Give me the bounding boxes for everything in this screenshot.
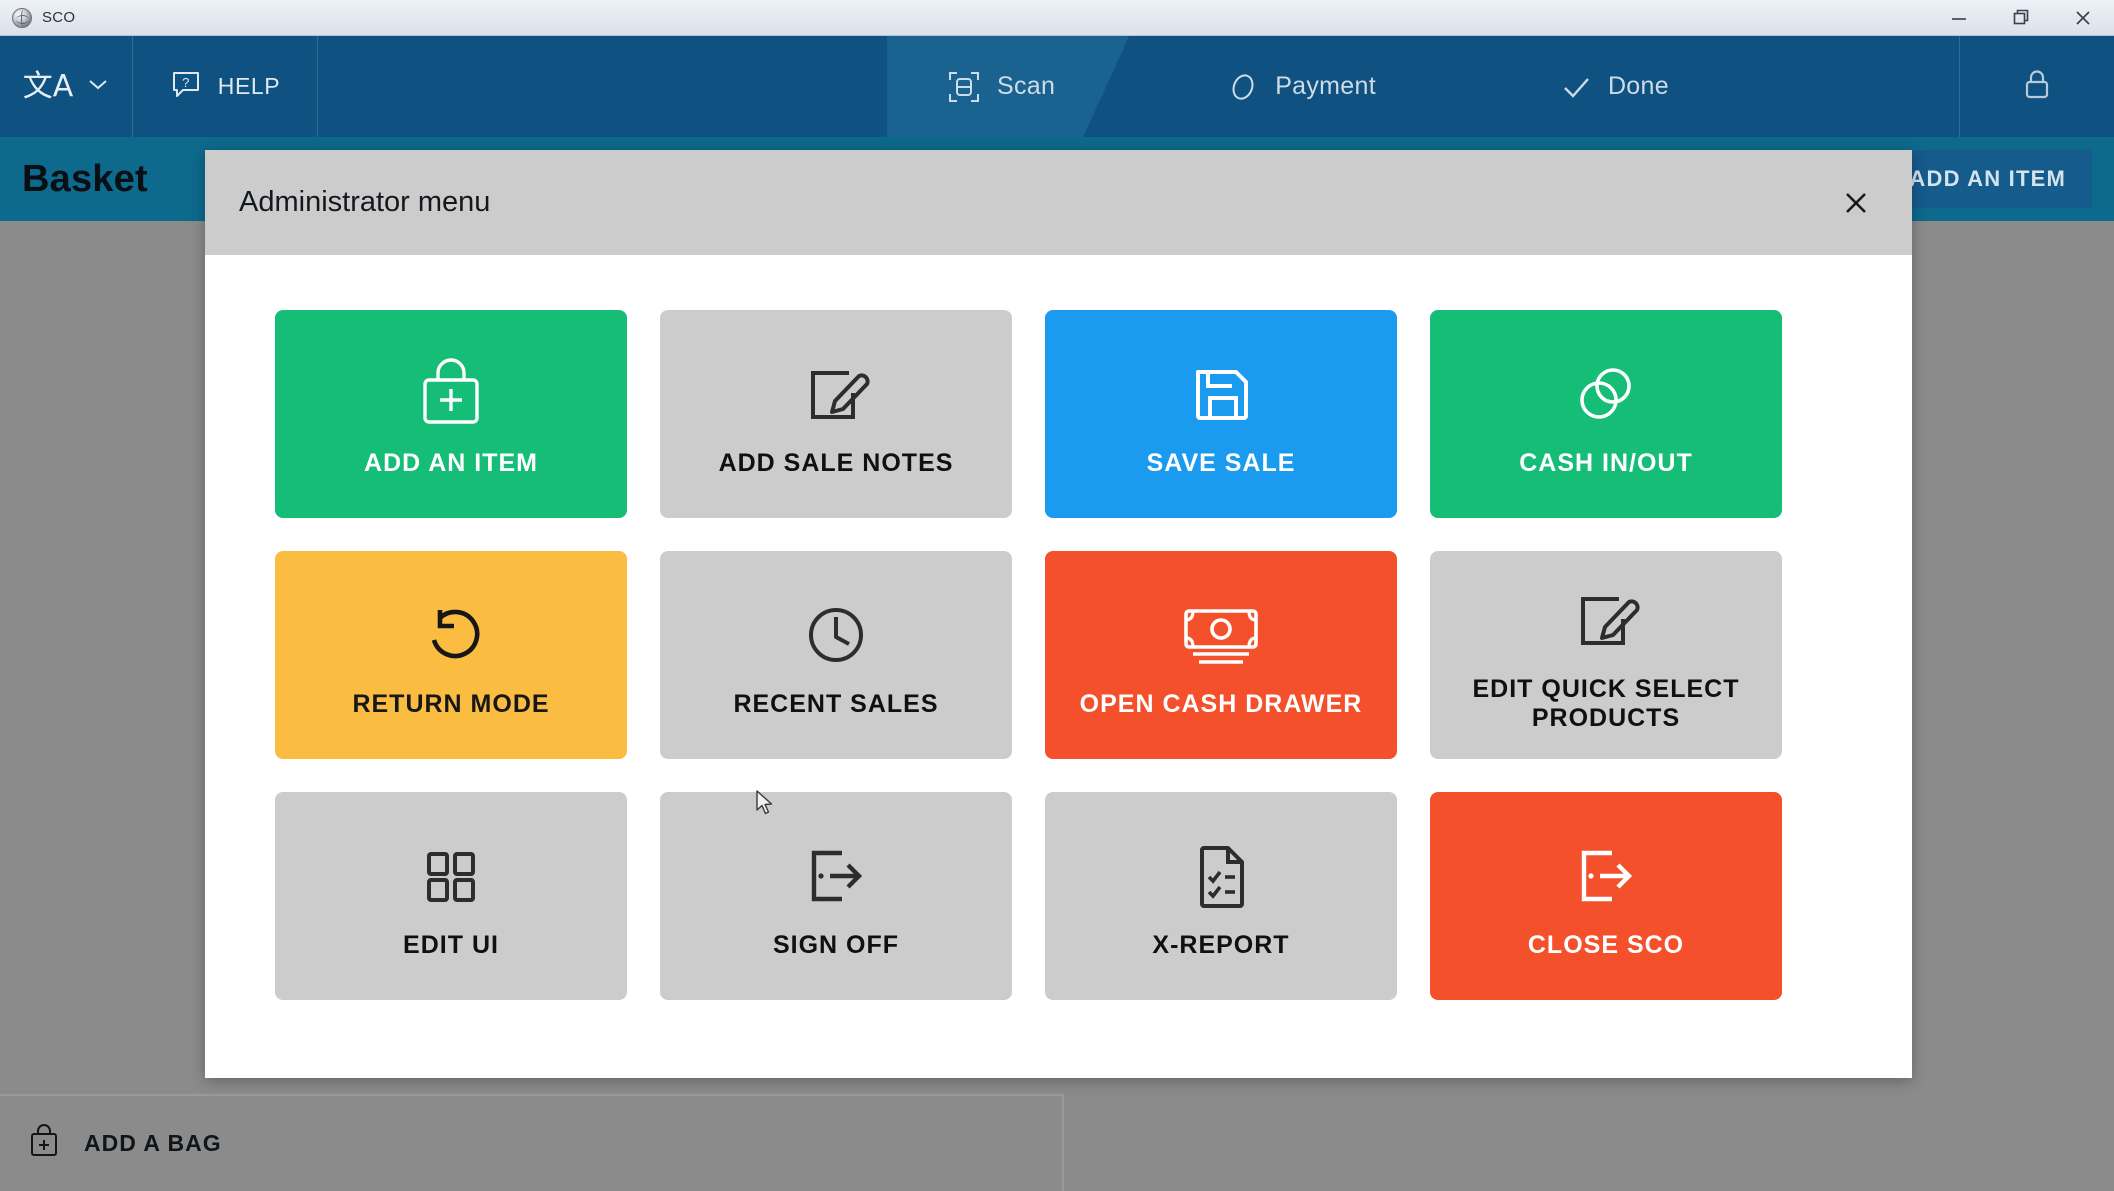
step-payment[interactable]: Payment — [1205, 36, 1398, 137]
tile-label: EDIT QUICK SELECT PRODUCTS — [1444, 675, 1768, 733]
tile-label: CASH IN/OUT — [1519, 449, 1693, 478]
page-title: Basket — [22, 158, 148, 201]
dialog-title: Administrator menu — [239, 186, 490, 219]
bag-plus-icon — [26, 1122, 62, 1165]
step-scan[interactable]: Scan — [925, 36, 1077, 137]
floppy-save-icon — [1183, 351, 1259, 437]
close-icon[interactable] — [2052, 0, 2114, 36]
grid-four-icon — [414, 833, 488, 919]
step-payment-label: Payment — [1275, 72, 1376, 101]
restore-icon[interactable] — [1990, 0, 2052, 36]
tile-label: ADD SALE NOTES — [719, 449, 954, 478]
tile-add-sale-notes[interactable]: ADD SALE NOTES — [660, 310, 1012, 518]
tile-label: ADD AN ITEM — [364, 449, 538, 478]
globe-icon — [12, 8, 32, 28]
scan-icon — [947, 70, 981, 104]
tile-recent-sales[interactable]: RECENT SALES — [660, 551, 1012, 759]
window-title: SCO — [42, 9, 75, 26]
window-controls — [1928, 0, 2114, 36]
check-icon — [1560, 71, 1592, 103]
logout-icon — [796, 833, 876, 919]
tile-label: X-REPORT — [1152, 931, 1289, 960]
report-check-icon — [1186, 833, 1256, 919]
tile-edit-ui[interactable]: EDIT UI — [275, 792, 627, 1000]
tile-label: CLOSE SCO — [1528, 931, 1684, 960]
window-title-bar: SCO — [0, 0, 2114, 36]
chevron-down-icon — [87, 77, 109, 96]
tile-edit-quick-select-products[interactable]: EDIT QUICK SELECT PRODUCTS — [1430, 551, 1782, 759]
checkout-steps: Scan Payment Done — [318, 36, 1959, 137]
dialog-body: ADD AN ITEM ADD SALE NOTES — [205, 255, 1912, 1055]
undo-icon — [412, 592, 490, 678]
payment-coin-icon — [1227, 71, 1259, 103]
step-done-label: Done — [1608, 72, 1669, 101]
tile-label: SIGN OFF — [773, 931, 899, 960]
lock-icon — [2019, 65, 2055, 108]
tile-save-sale[interactable]: SAVE SALE — [1045, 310, 1397, 518]
sco-application-window: SCO 文A — [0, 0, 2114, 1191]
logout-icon — [1566, 833, 1646, 919]
lock-button[interactable] — [1959, 36, 2114, 137]
add-a-bag-label: ADD A BAG — [84, 1130, 222, 1157]
help-label: HELP — [218, 73, 280, 100]
administrator-menu-dialog: Administrator menu — [205, 150, 1912, 1078]
admin-tile-grid: ADD AN ITEM ADD SALE NOTES — [275, 310, 1842, 1000]
language-selector[interactable]: 文A — [0, 36, 133, 137]
tile-label: EDIT UI — [403, 931, 499, 960]
tile-label: RECENT SALES — [733, 690, 938, 719]
minimize-icon[interactable] — [1928, 0, 1990, 36]
banknote-icon — [1174, 592, 1268, 678]
bag-plus-icon — [414, 351, 488, 437]
svg-text:?: ? — [182, 75, 190, 90]
note-edit-icon — [797, 351, 875, 437]
translate-icon: 文A — [23, 72, 74, 102]
step-done[interactable]: Done — [1538, 36, 1691, 137]
tile-label: RETURN MODE — [352, 690, 549, 719]
note-edit-icon — [1567, 577, 1645, 663]
basket-footer-bar: ADD A BAG — [0, 1094, 1062, 1191]
tile-x-report[interactable]: X-REPORT — [1045, 792, 1397, 1000]
tile-open-cash-drawer[interactable]: OPEN CASH DRAWER — [1045, 551, 1397, 759]
help-button[interactable]: ? HELP — [133, 36, 318, 137]
title-bar-left: SCO — [0, 8, 75, 28]
tile-label: OPEN CASH DRAWER — [1080, 690, 1363, 719]
tile-cash-in-out[interactable]: CASH IN/OUT — [1430, 310, 1782, 518]
step-scan-label: Scan — [997, 72, 1055, 101]
help-bubble-icon: ? — [170, 68, 202, 106]
tile-label: SAVE SALE — [1147, 449, 1296, 478]
body-vertical-divider — [1062, 1094, 1064, 1191]
close-icon[interactable] — [1828, 175, 1884, 231]
tile-close-sco[interactable]: CLOSE SCO — [1430, 792, 1782, 1000]
coins-icon — [1566, 351, 1646, 437]
add-a-bag-button[interactable]: ADD A BAG — [26, 1122, 222, 1165]
dialog-header: Administrator menu — [205, 150, 1912, 255]
tile-sign-off[interactable]: SIGN OFF — [660, 792, 1012, 1000]
top-navigation-bar: 文A ? HELP — [0, 36, 2114, 137]
tile-add-an-item[interactable]: ADD AN ITEM — [275, 310, 627, 518]
add-an-item-button[interactable]: ADD AN ITEM — [1883, 150, 2092, 208]
tile-return-mode[interactable]: RETURN MODE — [275, 551, 627, 759]
clock-icon — [797, 592, 875, 678]
